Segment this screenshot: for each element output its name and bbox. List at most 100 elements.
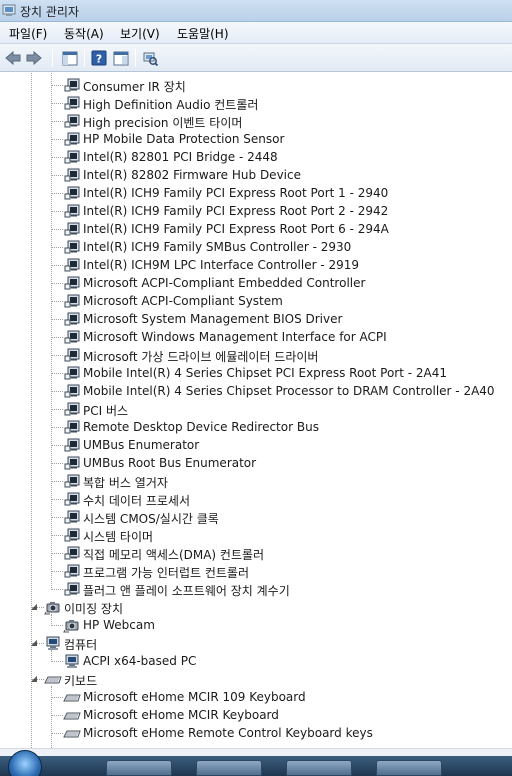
tree-item-label: 복합 버스 열거자 [83,476,168,490]
back-button[interactable] [4,49,22,67]
horizontal-scrollbar[interactable] [0,748,512,756]
menu-file[interactable]: 파일(F) [9,25,47,42]
taskbar-button[interactable] [286,760,352,776]
system-device-icon [63,203,81,219]
system-device-icon [63,509,81,525]
device-tree[interactable]: Consumer IR 장치 High Definition Audio 컨트롤러… [0,73,512,748]
tree-connector [52,481,63,482]
tree-device[interactable]: 복합 버스 열거자 [0,472,512,490]
tree-device[interactable]: Mobile Intel(R) 4 Series Chipset PCI Exp… [0,364,512,382]
tree-device[interactable]: Microsoft eHome MCIR 109 Keyboard [0,688,512,706]
tree-device[interactable]: Intel(R) 82801 PCI Bridge - 2448 [0,148,512,166]
tree-device[interactable]: HP Webcam [0,616,512,634]
tree-connector [52,589,63,590]
tree-device[interactable]: 직접 메모리 액세스(DMA) 컨트롤러 [0,544,512,562]
tree-device[interactable]: High precision 이벤트 타이머 [0,112,512,130]
tree-device[interactable]: Intel(R) 82802 Firmware Hub Device [0,166,512,184]
tree-item-label: HP Mobile Data Protection Sensor [83,132,285,146]
expand-collapse-icon[interactable]: ◢ [29,674,39,684]
system-device-icon [63,149,81,165]
system-device-icon [63,131,81,147]
arrow-right-icon [26,51,42,65]
tree-connector [52,553,63,554]
tree-item-label: Intel(R) 82801 PCI Bridge - 2448 [83,150,278,164]
tree-device[interactable]: Remote Desktop Device Redirector Bus [0,418,512,436]
tree-device[interactable]: Microsoft ACPI-Compliant Embedded Contro… [0,274,512,292]
help-button[interactable]: ? [90,49,108,67]
tree-connector [52,247,63,248]
tree-connector [52,103,63,104]
tree-device[interactable]: Intel(R) ICH9 Family PCI Express Root Po… [0,184,512,202]
system-device-icon [63,311,81,327]
taskbar-button[interactable] [196,760,262,776]
tree-connector [52,85,63,86]
tree-item-label: Microsoft ACPI-Compliant System [83,294,283,308]
system-device-icon [63,113,81,129]
system-device-icon [63,437,81,453]
forward-button[interactable] [25,49,43,67]
expand-collapse-icon[interactable]: ◢ [29,602,39,612]
menu-help[interactable]: 도움말(H) [177,25,229,42]
tree-device[interactable]: Microsoft System Management BIOS Driver [0,310,512,328]
tree-device[interactable]: 플러그 앤 플레이 소프트웨어 장치 계수기 [0,580,512,598]
tree-connector [52,157,63,158]
tree-device[interactable]: 수치 데이터 프로세서 [0,490,512,508]
show-hide-tree-button[interactable] [61,49,79,67]
tree-device[interactable]: HP Mobile Data Protection Sensor [0,130,512,148]
tree-category[interactable]: ◢ 키보드 [0,670,512,688]
tree-device[interactable]: ACPI x64-based PC [0,652,512,670]
properties-button[interactable] [112,49,130,67]
system-device-icon [63,257,81,273]
expand-collapse-icon[interactable]: ◢ [29,638,39,648]
tree-item-label: 키보드 [64,674,98,688]
tree-device[interactable]: Intel(R) ICH9 Family PCI Express Root Po… [0,220,512,238]
taskbar-button[interactable] [106,760,172,776]
tree-connector [52,355,63,356]
tree-device[interactable]: Consumer IR 장치 [0,76,512,94]
system-device-icon [63,473,81,489]
tree-device[interactable]: High Definition Audio 컨트롤러 [0,94,512,112]
tree-category[interactable]: ◢ 이미징 장치 [0,598,512,616]
tree-item-label: High precision 이벤트 타이머 [83,116,243,130]
tree-connector [52,445,63,446]
help-icon: ? [91,50,107,66]
tree-device[interactable]: PCI 버스 [0,400,512,418]
tree-device[interactable]: Microsoft eHome Remote Control Keyboard … [0,724,512,742]
tree-device[interactable]: UMBus Root Bus Enumerator [0,454,512,472]
tree-device[interactable]: Intel(R) ICH9 Family SMBus Controller - … [0,238,512,256]
tree-device[interactable]: Intel(R) ICH9 Family PCI Express Root Po… [0,202,512,220]
menu-bar: 파일(F) 동작(A) 보기(V) 도움말(H) [0,22,512,44]
menu-view[interactable]: 보기(V) [120,25,160,42]
tree-device[interactable]: 시스템 CMOS/실시간 클록 [0,508,512,526]
tree-device[interactable]: Intel(R) ICH9M LPC Interface Controller … [0,256,512,274]
tree-item-label: Mobile Intel(R) 4 Series Chipset Process… [83,384,495,398]
computer-icon [63,653,81,669]
taskbar [0,750,512,776]
tree-item-label: 시스템 타이머 [83,530,154,544]
tree-connector [52,175,63,176]
keyboard-icon [63,725,81,741]
tree-connector [52,373,63,374]
tree-device[interactable]: 시스템 타이머 [0,526,512,544]
tree-connector [52,193,63,194]
tree-device[interactable]: 프로그램 가능 인터럽트 컨트롤러 [0,562,512,580]
tree-device[interactable]: Microsoft eHome MCIR Keyboard [0,706,512,724]
start-button[interactable] [8,750,42,776]
menu-action[interactable]: 동작(A) [64,25,104,42]
console-tree-icon [62,51,78,65]
scan-hardware-button[interactable] [141,49,159,67]
tree-device[interactable]: Microsoft Windows Management Interface f… [0,328,512,346]
window-title: 장치 관리자 [20,5,80,19]
toolbar-separator [135,49,136,67]
tree-device[interactable]: Microsoft ACPI-Compliant System [0,292,512,310]
tree-category[interactable]: ◢ 컴퓨터 [0,634,512,652]
taskbar-button[interactable] [376,760,442,776]
tree-device[interactable]: Mobile Intel(R) 4 Series Chipset Process… [0,382,512,400]
tree-device[interactable]: UMBus Enumerator [0,436,512,454]
tree-item-label: 플러그 앤 플레이 소프트웨어 장치 계수기 [83,584,290,598]
system-device-icon [63,185,81,201]
tree-device[interactable]: Microsoft 가상 드라이브 에뮬레이터 드라이버 [0,346,512,364]
tree-item-label: Intel(R) ICH9 Family PCI Express Root Po… [83,204,389,218]
tree-connector [52,571,63,572]
tree-connector [52,697,63,698]
